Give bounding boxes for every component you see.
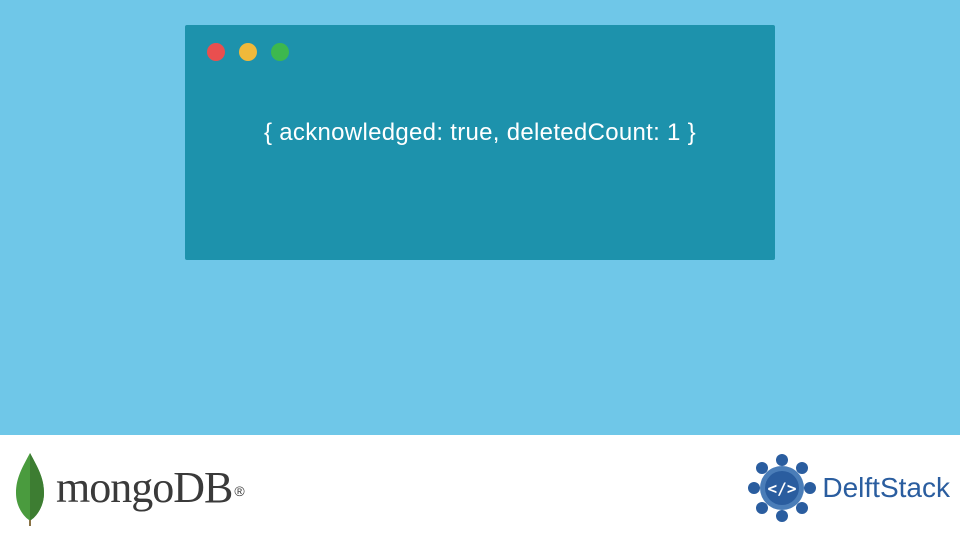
terminal-window: { acknowledged: true, deletedCount: 1 } [185,25,775,260]
delftstack-badge-icon: </> [746,452,818,524]
terminal-output: { acknowledged: true, deletedCount: 1 } [185,79,775,187]
delftstack-logo: </> DelftStack [746,452,950,524]
maximize-icon [271,43,289,61]
mongodb-leaf-icon [10,448,50,528]
mongodb-logo: mongoDB® [10,448,245,528]
traffic-lights [185,25,775,79]
footer: mongoDB® [0,435,960,540]
delftstack-text: DelftStack [822,472,950,504]
close-icon [207,43,225,61]
minimize-icon [239,43,257,61]
mongodb-text: mongoDB® [56,462,245,513]
svg-text:</>: </> [768,479,797,498]
